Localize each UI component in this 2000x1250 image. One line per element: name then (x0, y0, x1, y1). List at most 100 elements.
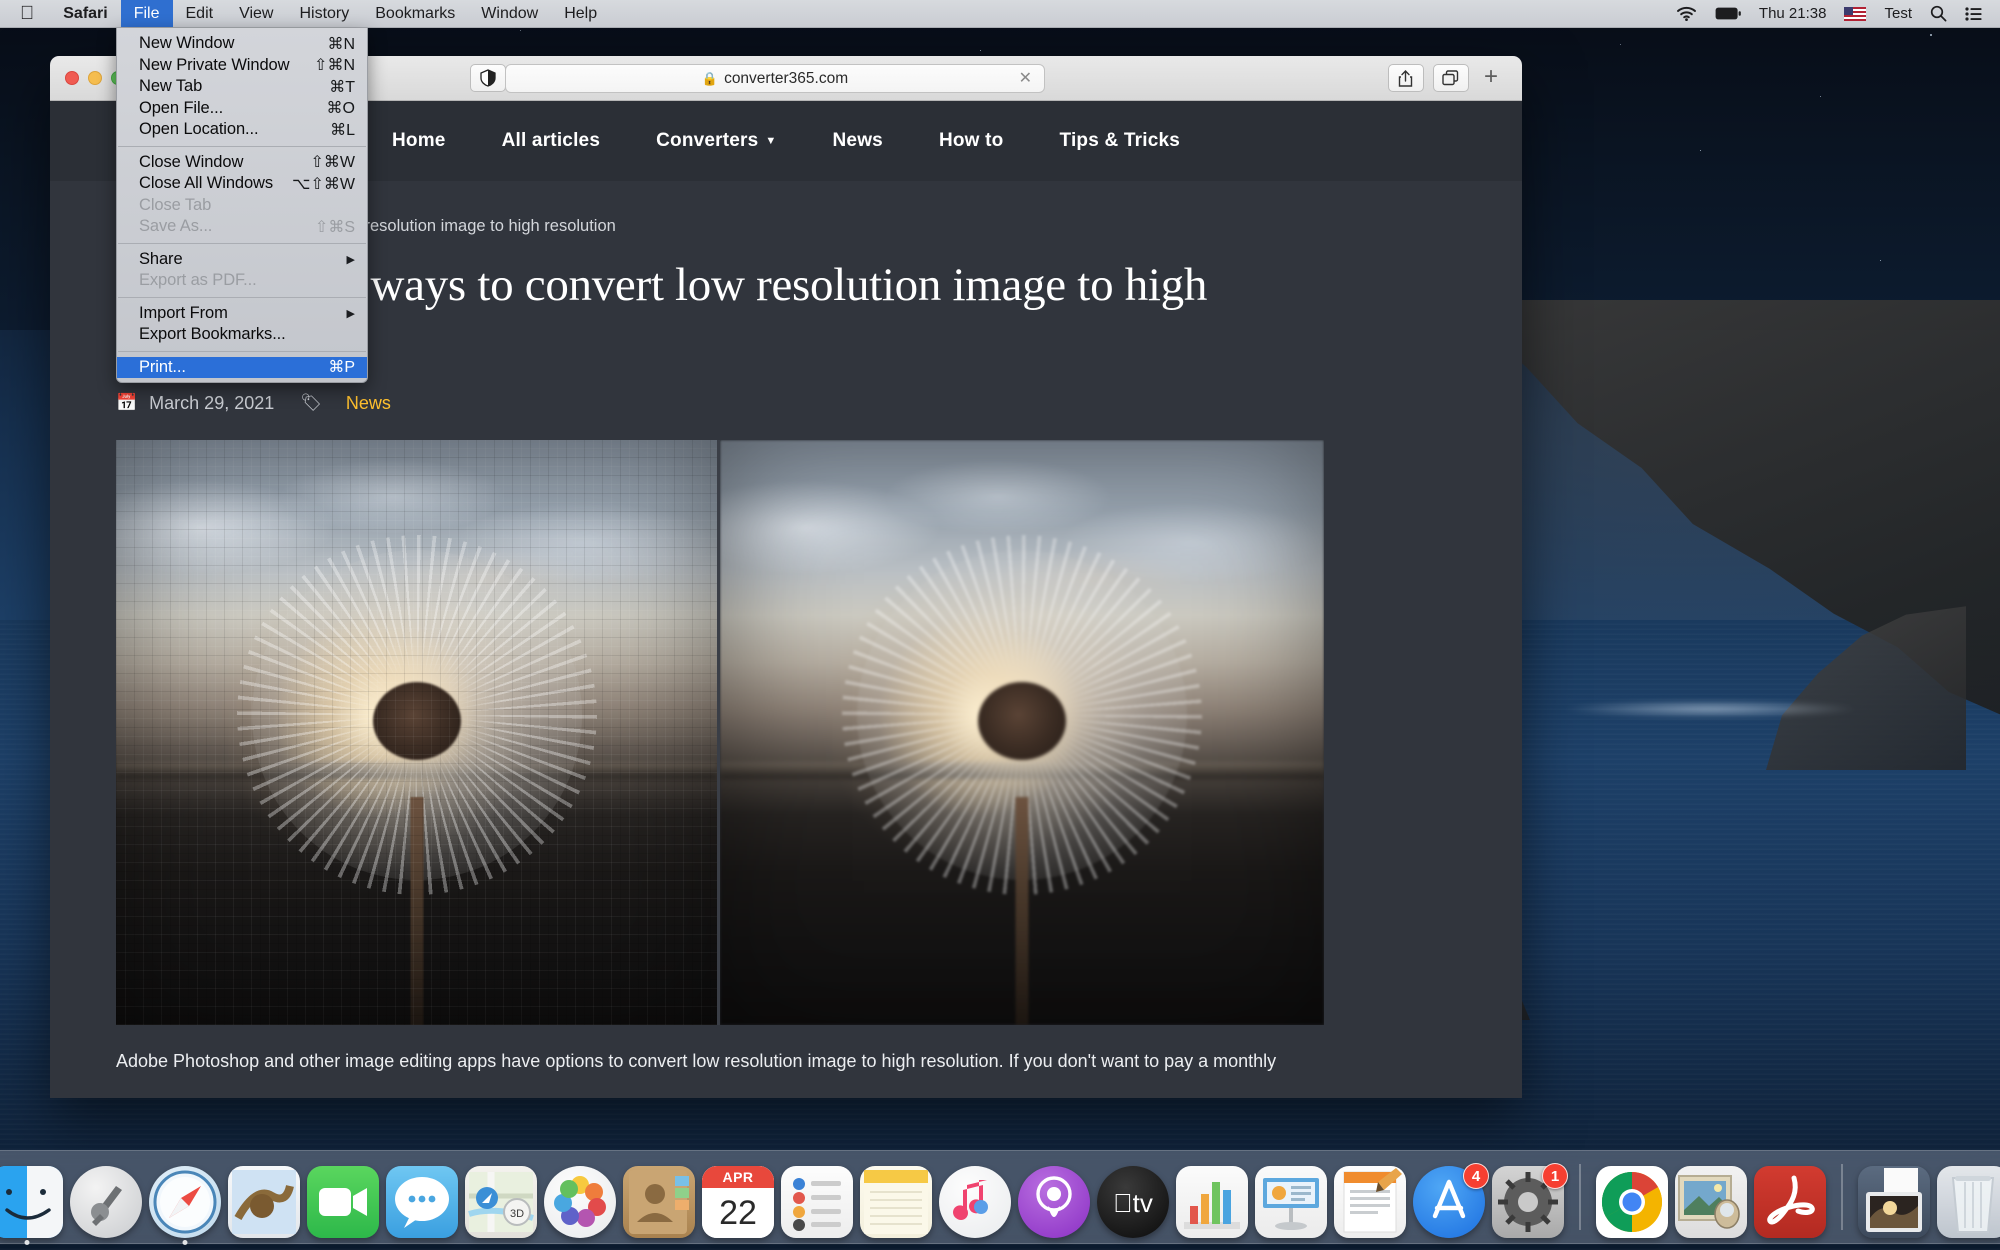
nav-item-news[interactable]: News (833, 130, 883, 152)
menu-window[interactable]: Window (468, 0, 551, 27)
star (520, 30, 522, 32)
acrobat-icon (1754, 1166, 1826, 1238)
high-resolution-image (720, 439, 1324, 1025)
tag-icon: 🏷 (300, 393, 322, 413)
file-menu-item-new-private-window[interactable]: New Private Window ⇧⌘N (117, 55, 367, 77)
battery-icon[interactable] (1715, 7, 1741, 20)
calendar-icon: APR 22 (702, 1166, 774, 1238)
menu-bar-clock[interactable]: Thu 21:38 (1759, 5, 1827, 22)
menu-item-label: Close All Windows (139, 174, 274, 193)
file-menu-dropdown[interactable]: New Window ⌘N New Private Window ⇧⌘N New Tab… (116, 28, 368, 383)
file-menu-item-export-bookmarks[interactable]: Export Bookmarks... (117, 324, 367, 346)
dock-item-maps[interactable]: 3D (465, 1166, 537, 1238)
menu-bookmarks[interactable]: Bookmarks (362, 0, 468, 27)
file-menu-item-import-from[interactable]: Import From ▶ (117, 303, 367, 325)
dock-item-calendar[interactable]: APR 22 (702, 1166, 774, 1238)
dock-item-music[interactable] (939, 1166, 1011, 1238)
nav-label: Tips & Tricks (1059, 130, 1181, 151)
nav-item-tips-tricks[interactable]: Tips & Tricks (1059, 130, 1180, 152)
control-center-icon[interactable] (1965, 6, 1982, 21)
file-menu-item-close-all-windows[interactable]: Close All Windows ⌥⇧⌘W (117, 173, 367, 195)
menu-item-label: New Window (139, 34, 235, 53)
dock-item-reminders[interactable] (781, 1166, 853, 1238)
wifi-icon[interactable] (1676, 6, 1697, 21)
pages-icon (1334, 1166, 1406, 1238)
dock-item-finder[interactable] (0, 1166, 63, 1245)
dock-item-notes[interactable] (860, 1166, 932, 1238)
dock-item-facetime[interactable] (307, 1166, 379, 1238)
dock-item-launchpad[interactable] (70, 1166, 142, 1238)
new-tab-plus-icon[interactable]: + (1478, 64, 1504, 92)
downloads-icon (1858, 1166, 1930, 1238)
minimize-window-button[interactable] (88, 71, 102, 85)
category-tag[interactable]: News (346, 393, 391, 414)
us-flag-icon[interactable] (1844, 6, 1867, 21)
menu-separator (118, 242, 366, 244)
nav-item-home[interactable]: Home (392, 130, 446, 152)
address-bar[interactable]: 🔒 converter365.com ✕ (505, 64, 1045, 93)
nav-label: News (832, 130, 883, 151)
dock-item-pages[interactable] (1334, 1166, 1406, 1238)
nav-item-how-to[interactable]: How to (939, 130, 1004, 152)
dock-item-podcasts[interactable] (1018, 1166, 1090, 1238)
dock-item-messages[interactable] (386, 1166, 458, 1238)
article-body-text: Adobe Photoshop and other image editing … (116, 1050, 1277, 1071)
preview-icon (1675, 1166, 1747, 1238)
menu-help[interactable]: Help (551, 0, 610, 27)
file-menu-item-print[interactable]: Print... ⌘P (117, 356, 367, 378)
mail-icon (228, 1166, 300, 1238)
menu-item-label: New Private Window (139, 55, 290, 74)
share-icon[interactable] (1387, 64, 1424, 92)
dock-item-mail[interactable] (228, 1166, 300, 1238)
file-menu-item-new-window[interactable]: New Window ⌘N (117, 33, 367, 55)
dock-item-acrobat[interactable] (1754, 1166, 1826, 1238)
menu-history[interactable]: History (286, 0, 362, 27)
dock-item-chrome[interactable] (1596, 1166, 1668, 1238)
menu-edit[interactable]: Edit (173, 0, 227, 27)
dock-item-trash[interactable] (1937, 1166, 2000, 1238)
macos-menu-bar:  Safari File Edit View History Bookmark… (0, 0, 2000, 28)
dock-item-safari[interactable] (149, 1166, 221, 1245)
chevron-down-icon: ▼ (765, 135, 777, 147)
nav-item-converters[interactable]: Converters ▼ (656, 130, 776, 152)
dock-item-keynote[interactable] (1255, 1166, 1327, 1238)
stop-reload-icon[interactable]: ✕ (1019, 70, 1032, 87)
file-menu-item-share[interactable]: Share ▶ (117, 249, 367, 271)
launchpad-icon (70, 1166, 142, 1238)
nav-label: How to (938, 130, 1004, 151)
tab-overview-icon[interactable] (1432, 64, 1469, 92)
dock-item-contacts[interactable] (623, 1166, 695, 1238)
dock-item-system-preferences[interactable]: 1 (1492, 1163, 1568, 1238)
spotlight-search-icon[interactable] (1930, 5, 1947, 22)
nav-item-all-articles[interactable]: All articles (502, 130, 601, 152)
menu-bar-username[interactable]: Test (1884, 5, 1912, 22)
dock-item-app-store[interactable]: 4 (1413, 1163, 1489, 1238)
dock-item-downloads[interactable] (1858, 1166, 1930, 1238)
nav-label: All articles (501, 130, 601, 151)
menu-file[interactable]: File (120, 0, 173, 27)
file-menu-item-close-window[interactable]: Close Window ⇧⌘W (117, 152, 367, 174)
svg-text:tv: tv (1113, 1188, 1153, 1218)
notes-icon (860, 1166, 932, 1238)
star (1620, 44, 1622, 46)
dock-item-preview[interactable] (1675, 1166, 1747, 1238)
sea-foam (1560, 700, 1860, 718)
nav-label: Converters (656, 130, 759, 151)
menu-safari[interactable]: Safari (50, 0, 120, 27)
dock-item-tv[interactable]: tv (1097, 1166, 1169, 1238)
shield-privacy-icon[interactable] (470, 64, 506, 92)
tv-icon: tv (1097, 1166, 1169, 1238)
window-traffic-lights[interactable] (50, 71, 125, 85)
apple-logo[interactable]:  (0, 4, 50, 23)
file-menu-item-open-location[interactable]: Open Location... ⌘L (117, 119, 367, 141)
file-menu-item-open-file[interactable]: Open File... ⌘O (117, 98, 367, 120)
close-window-button[interactable] (65, 71, 79, 85)
dock-item-photos[interactable] (544, 1166, 616, 1238)
file-menu-item-new-tab[interactable]: New Tab ⌘T (117, 76, 367, 98)
macos-dock[interactable]: 3D APR22 tv 4 1 (0, 1150, 2000, 1245)
menu-view[interactable]: View (226, 0, 286, 27)
dock-item-numbers[interactable] (1176, 1166, 1248, 1238)
star (1930, 34, 1932, 36)
menu-item-label: Close Window (139, 152, 244, 171)
url-text: converter365.com (724, 69, 849, 87)
